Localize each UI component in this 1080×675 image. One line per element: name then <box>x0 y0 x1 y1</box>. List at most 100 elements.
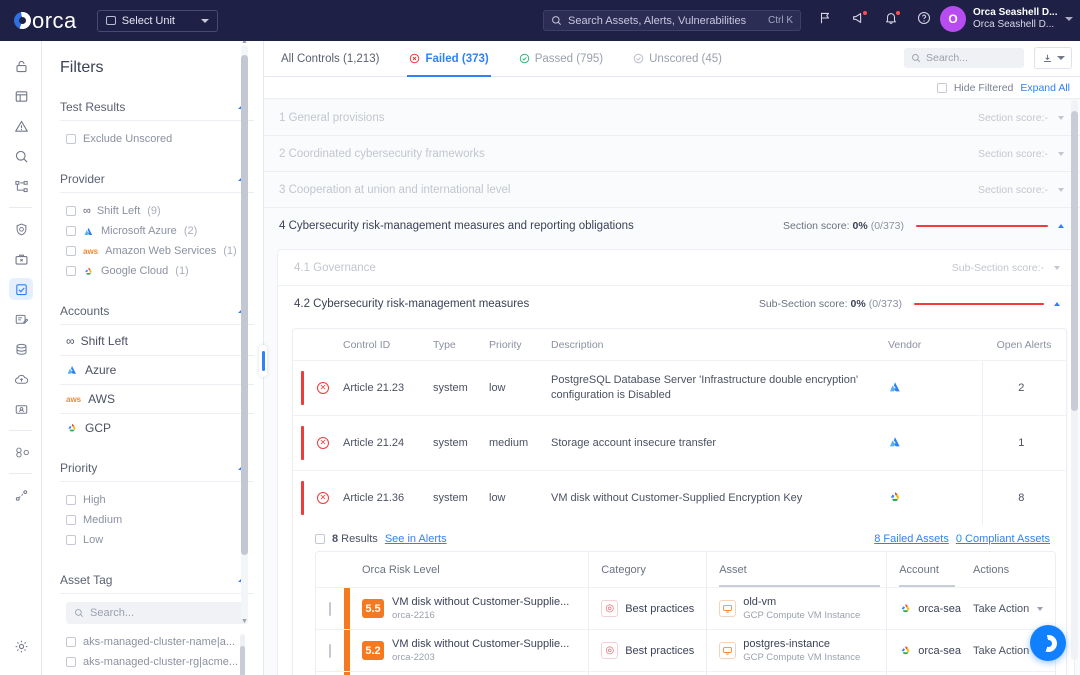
main-scrollbar-thumb[interactable] <box>1071 111 1078 411</box>
rail-item-alerts[interactable] <box>0 111 42 141</box>
filter-option-low[interactable]: Low <box>60 530 254 550</box>
filter-group-header[interactable]: Priority <box>60 452 254 482</box>
rail-item-search[interactable] <box>0 141 42 171</box>
expand-all-link[interactable]: Expand All <box>1020 82 1070 94</box>
filters-scroll-area[interactable]: Test Results Exclude Unscored Provider ∞… <box>42 91 263 675</box>
filter-option-high[interactable]: High <box>60 490 254 510</box>
panel-collapse-handle[interactable] <box>259 345 267 377</box>
see-in-alerts-link[interactable]: See in Alerts <box>385 533 447 545</box>
section-row-4[interactable]: 4 Cybersecurity risk-management measures… <box>264 208 1080 244</box>
tab-passed[interactable]: Passed (795) <box>519 41 603 77</box>
rail-item-topology[interactable] <box>0 171 42 201</box>
rail-item-devops[interactable] <box>0 437 42 467</box>
orca-logo[interactable]: orca <box>14 8 77 34</box>
asset-tag-search-input[interactable]: Search... <box>66 602 248 624</box>
rail-item-compliance[interactable] <box>0 274 42 304</box>
chevron-down-icon[interactable] <box>1058 151 1064 156</box>
help-chat-bubble[interactable] <box>1030 625 1066 661</box>
section-row-3[interactable]: 3 Cooperation at union and international… <box>264 172 1080 208</box>
select-all-results-checkbox[interactable] <box>315 534 325 544</box>
filter-option-google-cloud[interactable]: Google Cloud (1) <box>60 261 254 281</box>
checkbox[interactable] <box>66 657 76 667</box>
scroll-down-arrow-icon[interactable]: ▼ <box>241 618 248 625</box>
rail-item-data[interactable] <box>0 334 42 364</box>
subsection-row-4-2[interactable]: 4.2 Cybersecurity risk-management measur… <box>278 286 1074 322</box>
megaphone-icon[interactable] <box>851 11 867 26</box>
compliant-assets-link[interactable]: 0 Compliant Assets <box>956 533 1050 545</box>
control-row[interactable]: ✕ Article 21.23 system low PostgreSQL Da… <box>293 360 1066 416</box>
account-row-gcp[interactable]: GCP <box>60 414 254 442</box>
select-unit-button[interactable]: Select Unit <box>96 9 218 32</box>
checkbox[interactable] <box>66 495 76 505</box>
filter-option-medium[interactable]: Medium <box>60 510 254 530</box>
asset-row[interactable]: 5.2 VM disk without Customer-Supplie... … <box>316 629 1055 672</box>
subsection-row-4-1[interactable]: 4.1 Governance Sub-Section score:- <box>278 250 1074 286</box>
checkbox[interactable] <box>66 134 76 144</box>
help-circle-icon[interactable] <box>917 11 932 26</box>
rail-item-pipelines[interactable] <box>0 480 42 510</box>
failed-assets-link[interactable]: 8 Failed Assets <box>874 533 949 545</box>
scroll-up-arrow-icon[interactable]: ▲ <box>241 41 248 45</box>
asset-row[interactable]: 5.2 VM disk without Customer-Supplie... … <box>316 671 1055 675</box>
chevron-down-icon[interactable] <box>1054 265 1060 270</box>
bell-icon[interactable] <box>884 11 900 26</box>
export-button[interactable] <box>1034 47 1072 69</box>
checkbox[interactable] <box>66 266 76 276</box>
filter-group-header[interactable]: Test Results <box>60 91 254 121</box>
tab-failed[interactable]: Failed (373) <box>407 41 492 77</box>
filter-group-header[interactable]: Asset Tag <box>60 564 254 594</box>
asset-tag-option[interactable]: aks-managed-cluster-rg|acme... <box>60 652 254 672</box>
sections-scroll-area: 1 General provisions Section score:- 2 C… <box>264 100 1080 675</box>
section-score: Section score:- <box>977 111 1048 124</box>
filter-option-microsoft-azure[interactable]: Microsoft Azure (2) <box>60 221 254 241</box>
flag-icon[interactable] <box>818 11 833 26</box>
global-search-input[interactable]: Search Assets, Alerts, Vulnerabilities C… <box>543 10 801 31</box>
take-action-button[interactable]: Take Action <box>973 603 1055 615</box>
controls-search-input[interactable]: Search... <box>904 48 1024 68</box>
rail-item-dashboard[interactable] <box>0 81 42 111</box>
section-row-1[interactable]: 1 General provisions Section score:- <box>264 100 1080 136</box>
alert-id: orca-2203 <box>392 652 435 663</box>
hide-filtered-checkbox[interactable] <box>936 82 947 93</box>
rail-item-vulnerabilities[interactable] <box>0 214 42 244</box>
control-row[interactable]: ✕ Article 21.24 system medium Storage ac… <box>293 415 1066 471</box>
rail-item-settings[interactable] <box>0 631 42 661</box>
chevron-down-icon[interactable] <box>1058 115 1064 120</box>
filters-title: Filters <box>60 59 104 76</box>
filter-option-amazon-web-services[interactable]: aws Amazon Web Services (1) <box>60 241 254 261</box>
row-checkbox[interactable] <box>329 601 331 616</box>
account-row-aws[interactable]: aws AWS <box>60 385 254 414</box>
checkbox[interactable] <box>66 515 76 525</box>
checkbox[interactable] <box>66 535 76 545</box>
asset-tag-scrollbar-thumb[interactable] <box>240 646 245 675</box>
rail-item-cases[interactable] <box>0 244 42 274</box>
asset-type: GCP Compute VM Instance <box>743 610 861 621</box>
filter-option-exclude-unscored[interactable]: Exclude Unscored <box>60 129 254 149</box>
checkbox[interactable] <box>66 637 76 647</box>
checkbox[interactable] <box>66 226 76 236</box>
chevron-up-icon[interactable] <box>1054 302 1060 306</box>
filters-scrollbar-thumb[interactable] <box>241 55 248 555</box>
rail-item-identity[interactable] <box>0 394 42 424</box>
user-profile-menu[interactable]: O Orca Seashell D... Orca Seashell D... <box>940 6 1073 32</box>
filter-group-header[interactable]: Provider <box>60 163 254 193</box>
checkbox[interactable] <box>66 206 76 216</box>
account-row-shift-left[interactable]: ∞ Shift Left <box>60 327 254 356</box>
asset-row[interactable]: 5.5 VM disk without Customer-Supplie... … <box>316 587 1055 630</box>
row-checkbox[interactable] <box>329 643 331 658</box>
failed-status-bar <box>301 371 304 405</box>
asset-tag-option[interactable]: aks-managed-cluster-name|a... <box>60 632 254 652</box>
control-row[interactable]: ✕ Article 21.36 system low VM disk witho… <box>293 470 1066 525</box>
section-row-2[interactable]: 2 Coordinated cybersecurity frameworks S… <box>264 136 1080 172</box>
rail-item-lock[interactable] <box>0 51 42 81</box>
account-row-azure[interactable]: Azure <box>60 356 254 385</box>
filter-group-header[interactable]: Accounts <box>60 295 254 325</box>
chevron-down-icon[interactable] <box>1058 187 1064 192</box>
rail-item-cloud[interactable] <box>0 364 42 394</box>
chevron-up-icon[interactable] <box>1058 224 1064 228</box>
tab-all-controls[interactable]: All Controls (1,213) <box>281 41 379 77</box>
tab-unscored[interactable]: Unscored (45) <box>633 41 722 77</box>
filter-option-shift-left[interactable]: ∞ Shift Left (9) <box>60 201 254 221</box>
rail-item-reports[interactable] <box>0 304 42 334</box>
checkbox[interactable] <box>66 246 76 256</box>
